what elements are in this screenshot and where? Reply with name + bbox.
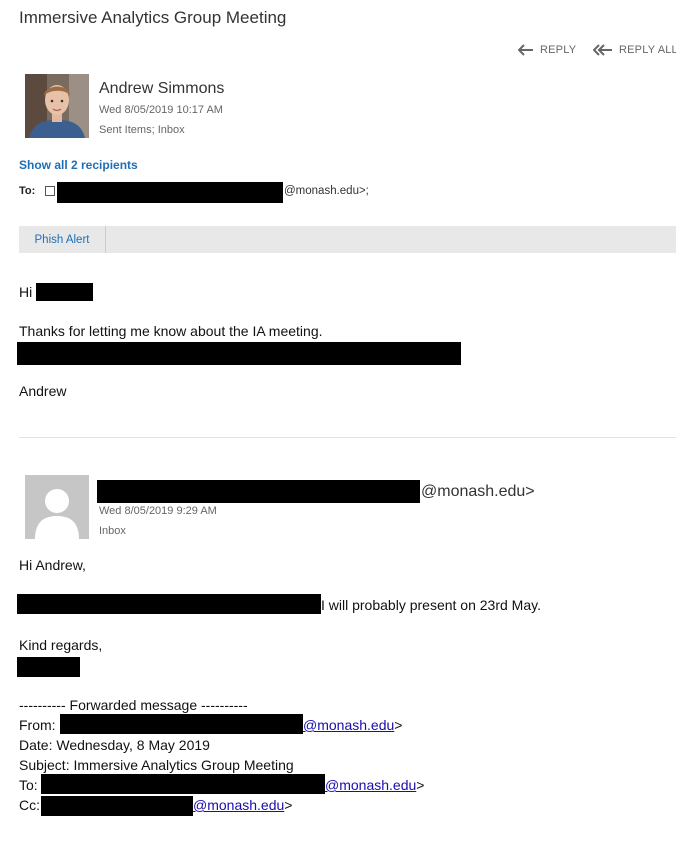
body-line: I will probably present on 23rd May. xyxy=(321,597,541,613)
phish-alert-button[interactable]: Phish Alert xyxy=(19,226,106,253)
regards: Kind regards, xyxy=(19,637,103,653)
sender-name[interactable]: Andrew Simmons xyxy=(99,80,224,98)
bracket: > xyxy=(394,717,403,733)
fwd-to-label: To: xyxy=(19,777,38,793)
redacted-name xyxy=(36,283,93,301)
show-recipients-link[interactable]: Show all 2 recipients xyxy=(19,158,138,172)
sender-domain[interactable]: @monash.edu> xyxy=(421,483,535,501)
redacted-from xyxy=(60,714,303,734)
reply-all-arrow-icon xyxy=(593,44,613,56)
fwd-date: Date: Wednesday, 8 May 2019 xyxy=(19,737,210,753)
redacted-to xyxy=(41,774,325,794)
reply-button[interactable]: REPLY xyxy=(518,44,576,56)
fwd-subject: Subject: Immersive Analytics Group Meeti… xyxy=(19,757,294,773)
forwarded-header: ---------- Forwarded message ---------- xyxy=(19,697,248,713)
email-subject: Immersive Analytics Group Meeting xyxy=(19,8,287,27)
redacted-recipient xyxy=(57,182,283,203)
message-date: Wed 8/05/2019 9:29 AM xyxy=(99,505,217,517)
fwd-from-email: @monash.edu> xyxy=(303,717,402,733)
greeting: Hi xyxy=(19,284,33,300)
redacted-sender xyxy=(97,480,420,503)
redacted-signature xyxy=(17,657,80,677)
sender-avatar-photo xyxy=(25,74,89,138)
addin-toolbar: Phish Alert xyxy=(19,226,676,253)
message-date: Wed 8/05/2019 10:17 AM xyxy=(99,104,223,116)
fwd-cc-link[interactable]: @monash.edu xyxy=(193,797,284,813)
fwd-from-link[interactable]: @monash.edu xyxy=(303,717,394,733)
greeting: Hi Andrew, xyxy=(19,557,86,573)
fwd-from-label: From: xyxy=(19,717,56,733)
signoff: Andrew xyxy=(19,383,67,399)
fwd-cc-label: Cc: xyxy=(19,797,40,813)
message-folders: Sent Items; Inbox xyxy=(99,124,185,136)
to-label: To: xyxy=(19,185,36,197)
fwd-to-link[interactable]: @monash.edu xyxy=(325,777,416,793)
reply-all-label: REPLY ALL xyxy=(619,44,676,56)
reply-arrow-icon xyxy=(518,44,534,56)
reply-all-button[interactable]: REPLY ALL xyxy=(593,44,676,56)
bracket: > xyxy=(284,797,293,813)
message-folders: Inbox xyxy=(99,525,126,537)
bracket: > xyxy=(416,777,425,793)
redacted-cc xyxy=(41,796,193,816)
fwd-cc-email: @monash.edu> xyxy=(193,797,292,813)
message-divider xyxy=(19,437,676,438)
redacted-text xyxy=(17,594,321,614)
recipient-domain: @monash.edu>; xyxy=(284,185,369,197)
redacted-line xyxy=(17,342,461,365)
default-avatar-icon xyxy=(25,475,89,539)
recipient-checkbox[interactable] xyxy=(45,186,55,196)
fwd-to-email: @monash.edu> xyxy=(325,777,424,793)
reply-label: REPLY xyxy=(540,44,577,56)
body-line: Thanks for letting me know about the IA … xyxy=(19,323,323,339)
